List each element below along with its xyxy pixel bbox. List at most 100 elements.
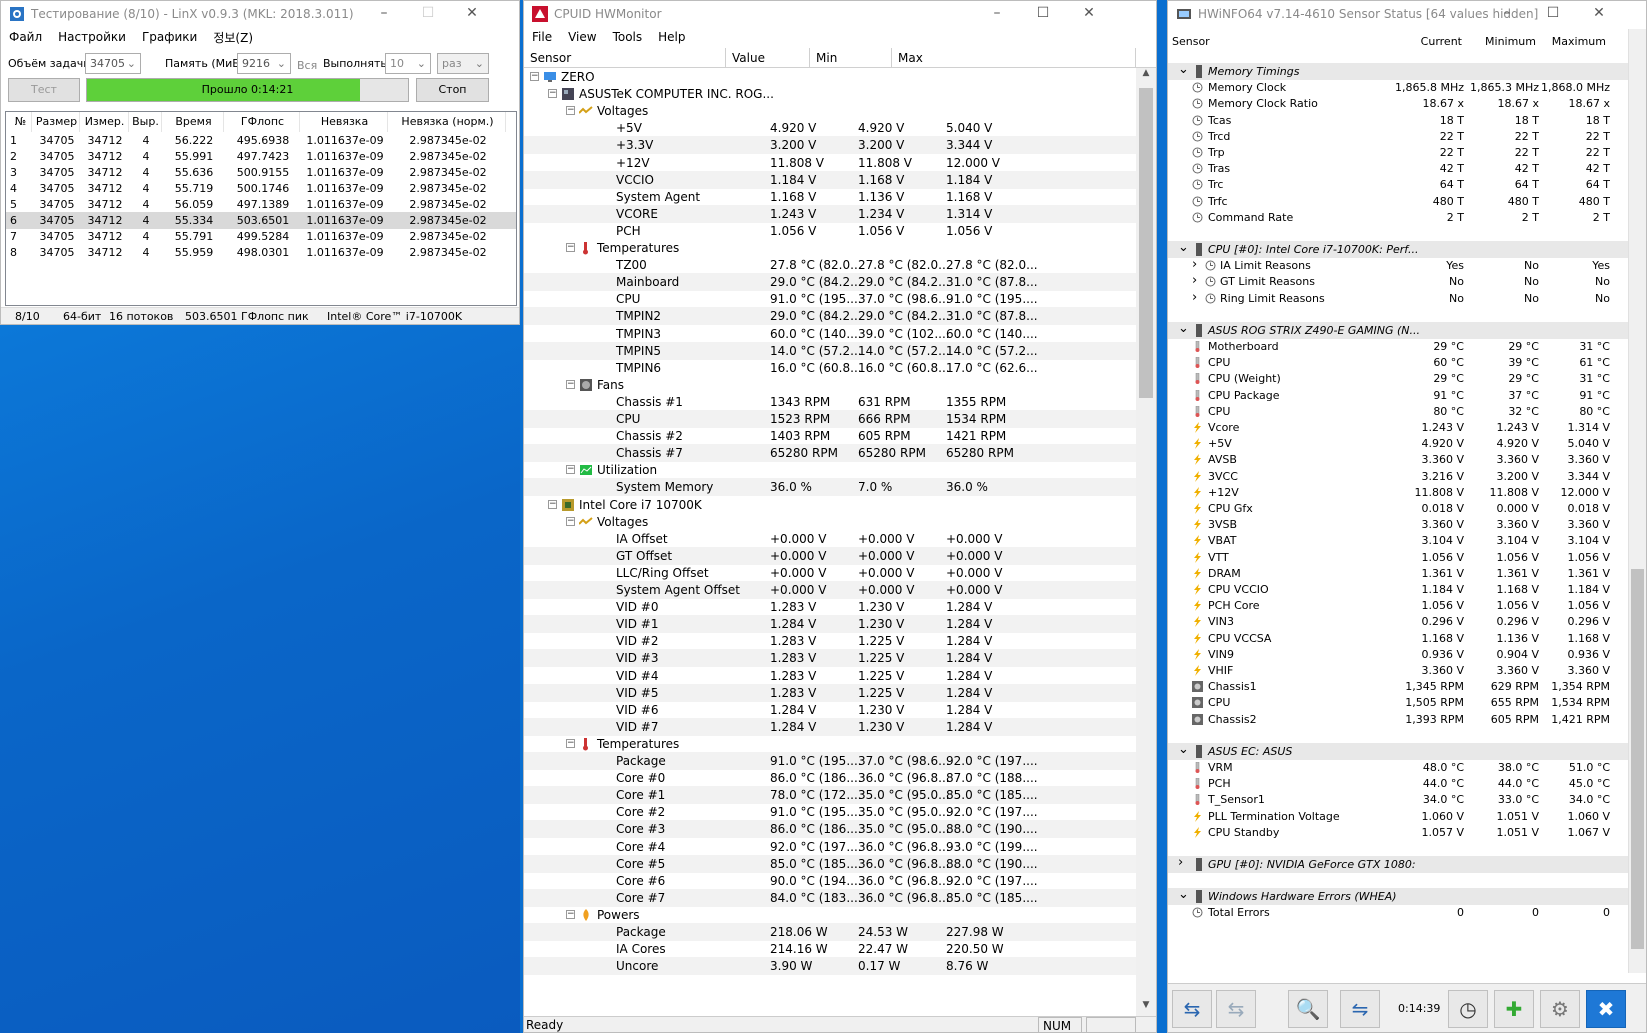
maximize-button[interactable]: ☐ <box>1020 1 1066 27</box>
sensor-row[interactable]: Core #1 78.0 °C (172.... 35.0 °C (95.0... 8… <box>524 786 1136 805</box>
collapse-toggle-icon[interactable]: − <box>566 465 575 475</box>
sensor-row[interactable]: System Memory 36.0 % 7.0 % 36.0 % <box>524 478 1136 497</box>
close-button[interactable]: ✕ <box>449 1 495 27</box>
run-unit-combo[interactable]: раз ⌄ <box>437 53 489 74</box>
sensor-row[interactable]: Mainboard 29.0 °C (84.2... 29.0 °C (84.2..… <box>524 273 1136 292</box>
table-row[interactable]: 6 34705 34712 4 55.334 503.6501 1.011637e-09 2.… <box>6 212 516 229</box>
sensor-row[interactable]: › IA Limit Reasons Yes No Yes <box>1168 257 1628 274</box>
sensor-row[interactable]: Core #4 92.0 °C (197.... 36.0 °C (96.8... 9… <box>524 838 1136 856</box>
collapse-toggle-icon[interactable]: − <box>566 738 575 748</box>
sensor-row[interactable]: PLL Termination Voltage 1.060 V 1.051 V 1.0… <box>1168 808 1628 825</box>
sensor-row[interactable]: CPU 1,505 RPM 655 RPM 1,534 RPM <box>1168 694 1628 711</box>
expand-arrow-icon[interactable]: › <box>1192 289 1197 306</box>
column-header[interactable]: № <box>10 112 32 132</box>
sensor-row[interactable]: GT Offset +0.000 V +0.000 V +0.000 V <box>524 546 1136 565</box>
sensor-row[interactable]: CPU 91.0 °C (195.... 37.0 °C (98.6... 91.0 … <box>524 290 1136 308</box>
table-row[interactable]: 8 34705 34712 4 55.959 498.0301 1.011637e-09 2.… <box>6 244 516 261</box>
stop-button[interactable]: Стоп <box>416 78 489 102</box>
collapse-toggle-icon[interactable]: ⌄ <box>1178 886 1189 903</box>
sensor-row[interactable]: VCORE 1.243 V 1.234 V 1.314 V <box>524 204 1136 223</box>
column-header[interactable]: Размер <box>34 112 80 132</box>
sensor-row[interactable]: CPU VCCSA 1.168 V 1.136 V 1.168 V <box>1168 630 1628 647</box>
tree-node[interactable]: − Temperatures <box>524 735 1136 753</box>
sensor-row[interactable]: VID #3 1.283 V 1.225 V 1.284 V <box>524 649 1136 668</box>
sensor-row[interactable]: Core #3 86.0 °C (186.... 35.0 °C (95.0... 8… <box>524 820 1136 839</box>
sensor-row[interactable]: CPU Standby 1.057 V 1.051 V 1.067 V <box>1168 824 1628 841</box>
table-row[interactable]: 3 34705 34712 4 55.636 500.9155 1.011637e-09 2.… <box>6 164 516 181</box>
sensor-row[interactable]: CPU Gfx 0.018 V 0.000 V 0.018 V <box>1168 500 1628 517</box>
sensor-row[interactable]: VID #1 1.284 V 1.230 V 1.284 V <box>524 615 1136 634</box>
scrollbar-thumb[interactable] <box>1631 569 1644 949</box>
menu-item[interactable]: Tools <box>605 30 651 44</box>
sensor-row[interactable]: +12V 11.808 V 11.808 V 12.000 V <box>1168 484 1628 501</box>
sensor-row[interactable]: Package 218.06 W 24.53 W 227.98 W <box>524 923 1136 941</box>
collapse-toggle-icon[interactable]: − <box>566 516 575 526</box>
hwinfo-titlebar[interactable]: HWiNFO64 v7.14-4610 Sensor Status [64 va… <box>1168 1 1646 27</box>
sensor-row[interactable]: Trp 22 T 22 T 22 T <box>1168 144 1628 161</box>
sensor-row[interactable]: IA Cores 214.16 W 22.47 W 220.50 W <box>524 940 1136 958</box>
sensor-row[interactable]: +5V 4.920 V 4.920 V 5.040 V <box>524 119 1136 137</box>
sensor-group-header[interactable]: ⌄ ASUS ROG STRIX Z490-E GAMING (N... <box>1168 320 1628 339</box>
menu-item[interactable]: Файл <box>1 30 50 44</box>
sensor-row[interactable]: VID #5 1.283 V 1.225 V 1.284 V <box>524 683 1136 702</box>
tree-node[interactable]: − ZERO <box>524 68 1136 86</box>
tree-node[interactable]: − Fans <box>524 376 1136 394</box>
memory-combo[interactable]: 9216 ⌄ <box>237 53 291 74</box>
sensor-row[interactable]: VID #6 1.284 V 1.230 V 1.284 V <box>524 701 1136 719</box>
column-header[interactable]: Minimum <box>1485 35 1536 48</box>
sensor-row[interactable]: TMPIN3 60.0 °C (140.... 39.0 °C (102.... 60… <box>524 325 1136 343</box>
sensor-group-header[interactable]: ⌄ CPU [#0]: Intel Core i7-10700K: Perf... <box>1168 240 1628 258</box>
linx-titlebar[interactable]: Тестирование (8/10) - LinX v0.9.3 (MKL: … <box>1 1 519 27</box>
maximize-button[interactable]: ☐ <box>405 1 451 27</box>
table-row[interactable]: 4 34705 34712 4 55.719 500.1746 1.011637e-09 2.… <box>6 180 516 197</box>
collapse-toggle-icon[interactable]: ⌄ <box>1178 63 1189 78</box>
test-button[interactable]: Тест <box>8 78 80 102</box>
add-report-icon[interactable]: ✚ <box>1494 990 1534 1028</box>
sensor-row[interactable]: Motherboard 29 °C 29 °C 31 °C <box>1168 338 1628 355</box>
collapse-toggle-icon[interactable]: − <box>548 499 557 509</box>
sensor-row[interactable]: PCH 44.0 °C 44.0 °C 45.0 °C <box>1168 775 1628 792</box>
collapse-toggle-icon[interactable]: › <box>1178 854 1183 871</box>
tree-node[interactable]: − Temperatures <box>524 239 1136 257</box>
sensor-row[interactable]: PCH 1.056 V 1.056 V 1.056 V <box>524 222 1136 240</box>
all-memory-checkbox-label[interactable]: Вся <box>297 59 317 72</box>
close-icon[interactable]: ✖ <box>1586 990 1626 1028</box>
sensor-row[interactable]: CPU 1523 RPM 666 RPM 1534 RPM <box>524 410 1136 428</box>
sensor-row[interactable]: Package 91.0 °C (195.... 37.0 °C (98.6... 9… <box>524 752 1136 770</box>
scrollbar-thumb[interactable] <box>1139 88 1153 398</box>
collapse-toggle-icon[interactable]: ⌄ <box>1178 320 1189 337</box>
sensor-row[interactable]: VCCIO 1.184 V 1.168 V 1.184 V <box>524 170 1136 189</box>
close-button[interactable]: ✕ <box>1576 1 1622 27</box>
column-header[interactable]: Current <box>1421 35 1462 48</box>
sensor-row[interactable]: Chassis1 1,345 RPM 629 RPM 1,354 RPM <box>1168 678 1628 695</box>
sensor-row[interactable]: LLC/Ring Offset +0.000 V +0.000 V +0.000 V <box>524 564 1136 582</box>
collapse-toggle-icon[interactable]: − <box>530 72 539 81</box>
hwinfo-scrollbar[interactable] <box>1628 29 1646 973</box>
sensor-row[interactable]: Core #0 86.0 °C (186.... 36.0 °C (96.8... 8… <box>524 769 1136 787</box>
scroll-down-icon[interactable]: ▼ <box>1136 1000 1156 1016</box>
sensor-row[interactable]: VID #0 1.283 V 1.230 V 1.284 V <box>524 598 1136 616</box>
sensor-row[interactable]: VID #7 1.284 V 1.230 V 1.284 V <box>524 717 1136 736</box>
tree-node[interactable]: − ASUSTeK COMPUTER INC. ROG... <box>524 85 1136 103</box>
sensor-row[interactable]: +5V 4.920 V 4.920 V 5.040 V <box>1168 435 1628 452</box>
sensor-row[interactable]: VID #2 1.283 V 1.225 V 1.284 V <box>524 632 1136 650</box>
sensor-row[interactable]: VBAT 3.104 V 3.104 V 3.104 V <box>1168 532 1628 549</box>
tree-node[interactable]: − Voltages <box>524 513 1136 531</box>
sensor-row[interactable]: VHIF 3.360 V 3.360 V 3.360 V <box>1168 662 1628 679</box>
tree-node[interactable]: − Intel Core i7 10700K <box>524 496 1136 514</box>
menu-item[interactable]: 정보(Z) <box>205 29 261 46</box>
sensor-row[interactable]: T_Sensor1 34.0 °C 33.0 °C 34.0 °C <box>1168 791 1628 808</box>
sensor-row[interactable]: TZ00 27.8 °C (82.0... 27.8 °C (82.0... 27.8… <box>524 256 1136 274</box>
sensor-row[interactable]: TMPIN6 16.0 °C (60.8... 16.0 °C (60.8... 17… <box>524 359 1136 377</box>
sensor-row[interactable]: CPU Package 91 °C 37 °C 91 °C <box>1168 387 1628 404</box>
sensor-row[interactable]: Core #7 84.0 °C (183.... 36.0 °C (96.8... 8… <box>524 888 1136 907</box>
sensor-row[interactable]: Vcore 1.243 V 1.243 V 1.314 V <box>1168 419 1628 436</box>
menu-item[interactable]: Графики <box>134 30 205 44</box>
expand-arrow-icon[interactable]: › <box>1192 272 1197 289</box>
sensor-row[interactable]: Core #2 91.0 °C (195.... 35.0 °C (95.0... 9… <box>524 803 1136 821</box>
sensor-row[interactable]: Trc 64 T 64 T 64 T <box>1168 176 1628 193</box>
sensor-row[interactable]: PCH Core 1.056 V 1.056 V 1.056 V <box>1168 597 1628 614</box>
sensor-row[interactable]: IA Offset +0.000 V +0.000 V +0.000 V <box>524 530 1136 548</box>
menu-item[interactable]: View <box>560 30 604 44</box>
sensor-row[interactable]: TMPIN5 14.0 °C (57.2... 14.0 °C (57.2... 14… <box>524 341 1136 360</box>
